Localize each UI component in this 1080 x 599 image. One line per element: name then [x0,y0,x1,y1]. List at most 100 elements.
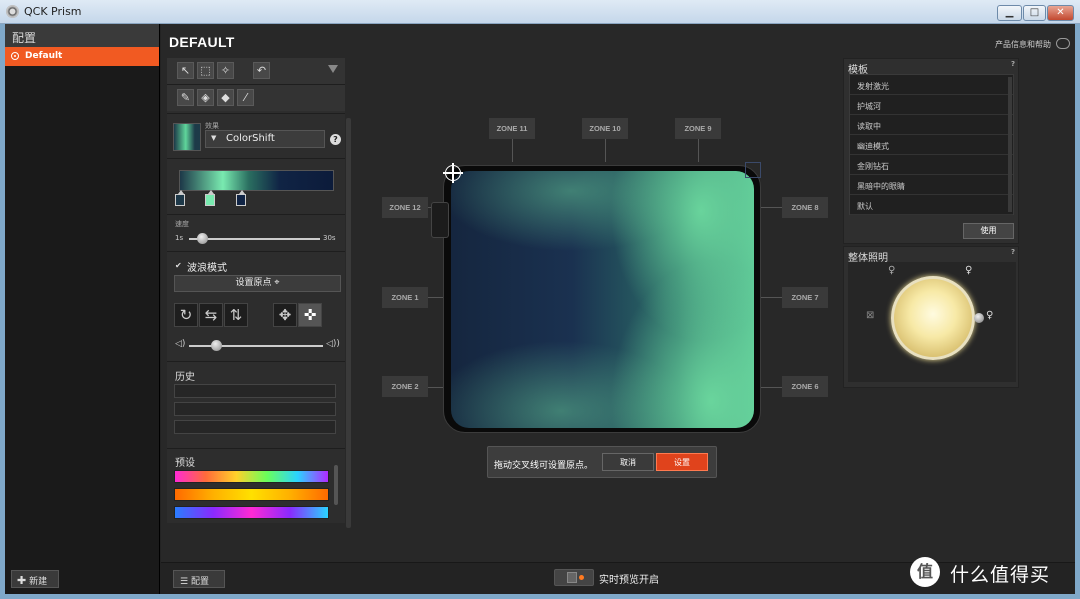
mousepad-lighting-surface[interactable] [451,171,754,428]
preset-rainbow[interactable] [174,470,329,483]
brush-icon[interactable]: ✎ [177,89,194,106]
template-item[interactable]: 幽迪模式 [850,135,1013,155]
wave-mode-checkbox[interactable]: ✔ [175,261,183,270]
bulb-low-icon: ♀ [888,265,896,276]
effect-value: ColorShift [226,133,275,144]
vertical-wave-icon[interactable]: ⇅ [224,303,248,327]
confirm-set-button[interactable]: 设置 [656,453,708,471]
overall-lighting-panel: 整体照明 ? ♀ ♀ ⊠ ♀ [843,246,1019,388]
zone-connector [761,387,783,388]
corner-marker [745,162,761,178]
effect-dropdown[interactable]: ▼ ColorShift [205,130,325,148]
magic-wand-icon[interactable]: ✧ [217,62,234,79]
client-area: 配置 Default ✚ 新建 DEFAULT 产品信息和帮助 ↖ ⬚ ✧ ↶ [5,24,1075,594]
dropdown-arrow-icon: ▼ [211,134,217,142]
zone-11[interactable]: ZONE 11 [489,118,535,139]
config-sidebar: 配置 Default ✚ 新建 [5,24,160,594]
preset-fire[interactable] [174,488,329,501]
config-button-label: 配置 [190,577,209,587]
maximize-button[interactable]: □ [1023,5,1046,21]
mousepad-preview[interactable] [443,165,761,433]
paint-toolbar: ✎ ◈ ◆ ⁄ [167,85,345,111]
eraser-icon[interactable]: ◆ [217,89,234,106]
live-preview-toggle[interactable] [554,569,594,586]
bulb-max-icon: ♀ [986,310,994,321]
set-origin-prompt-text: 拖动交叉线可设置原点。 [494,461,594,471]
use-template-button[interactable]: 使用 [963,223,1014,239]
zone-1[interactable]: ZONE 1 [382,287,428,308]
template-item[interactable]: 护城河 [850,95,1013,115]
marquee-tool-icon[interactable]: ⬚ [197,62,214,79]
template-item[interactable]: 发射激光 [850,75,1013,95]
gradient-stop[interactable] [175,190,185,206]
brightness-dial[interactable]: ♀ ♀ ⊠ ♀ [848,262,1016,382]
tools-scrollbar[interactable] [346,118,351,528]
plus-icon: ✚ [17,574,27,587]
divider [167,113,345,114]
cancel-button[interactable]: 取消 [602,453,654,471]
watermark-logo: 值 [910,557,940,587]
brightness-knob[interactable] [974,313,984,323]
undo-icon[interactable]: ↶ [253,62,270,79]
new-config-label: 新建 [29,577,48,587]
zone-2[interactable]: ZONE 2 [382,376,428,397]
templates-scrollbar[interactable] [1008,77,1012,212]
history-slot[interactable] [174,384,336,398]
product-info-link[interactable]: 产品信息和帮助 [995,39,1051,50]
template-item[interactable]: 黑暗中的眼睛 [850,175,1013,195]
volume-slider-knob[interactable] [210,340,222,351]
lighting-help-icon[interactable]: ? [1011,248,1015,256]
rotate-icon[interactable]: ↻ [174,303,198,327]
minimize-button[interactable]: ▁ [997,5,1022,21]
sidebar-item-default[interactable]: Default [5,47,159,66]
live-preview-label: 实时预览开启 [599,575,659,586]
presets-scrollbar[interactable] [334,465,338,505]
set-origin-prompt: 拖动交叉线可设置原点。 取消 设置 [487,446,717,478]
divider [167,361,345,362]
new-config-button[interactable]: ✚ 新建 [11,570,59,588]
eyedropper-icon[interactable]: ⁄ [237,89,254,106]
zone-6[interactable]: ZONE 6 [782,376,828,397]
speed-min-label: 1s [175,234,184,242]
pointer-tool-icon[interactable]: ↖ [177,62,194,79]
history-slot[interactable] [174,420,336,434]
fill-bucket-icon[interactable]: ◈ [197,89,214,106]
presets-title: 预设 [175,458,195,469]
volume-high-icon: ◁)) [326,339,340,349]
close-button[interactable]: ✕ [1047,5,1074,21]
origin-crosshair-icon[interactable] [443,163,463,183]
zone-8[interactable]: ZONE 8 [782,197,828,218]
templates-list: 发射激光 护城河 读取中 幽迪模式 金刚钻石 黑暗中的眼睛 默认 [849,74,1014,215]
gradient-stop[interactable] [236,190,246,206]
help-cloud-icon[interactable] [1056,38,1070,49]
zone-connector [761,207,783,208]
speed-slider-knob[interactable] [197,233,209,244]
zone-connector [426,387,444,388]
divider [167,158,345,159]
watermark-text: 什么值得买 [950,564,1051,586]
volume-slider[interactable] [189,345,323,347]
template-item[interactable]: 金刚钻石 [850,155,1013,175]
contract-inward-icon[interactable]: ✜ [298,303,322,327]
preset-ocean[interactable] [174,506,329,519]
zone-connector [512,138,513,162]
expand-outward-icon[interactable]: ✥ [273,303,297,327]
effect-help-icon[interactable]: ? [330,134,341,145]
set-origin-button[interactable]: 设置原点 ⌖ [174,275,341,292]
zone-7[interactable]: ZONE 7 [782,287,828,308]
zone-12[interactable]: ZONE 12 [382,197,428,218]
template-item[interactable]: 默认 [850,195,1013,215]
horizontal-wave-icon[interactable]: ⇆ [199,303,223,327]
templates-help-icon[interactable]: ? [1011,60,1015,68]
color-gradient-bar[interactable] [179,170,334,191]
zone-9[interactable]: ZONE 9 [675,118,721,139]
divider [167,214,345,215]
template-item[interactable]: 读取中 [850,115,1013,135]
speed-slider[interactable] [189,238,320,240]
gradient-stop[interactable] [205,190,215,206]
speed-max-label: 30s [323,234,336,242]
history-slot[interactable] [174,402,336,416]
zone-10[interactable]: ZONE 10 [582,118,628,139]
config-button[interactable]: ☰ 配置 [173,570,225,588]
collapse-icon[interactable] [328,65,338,73]
